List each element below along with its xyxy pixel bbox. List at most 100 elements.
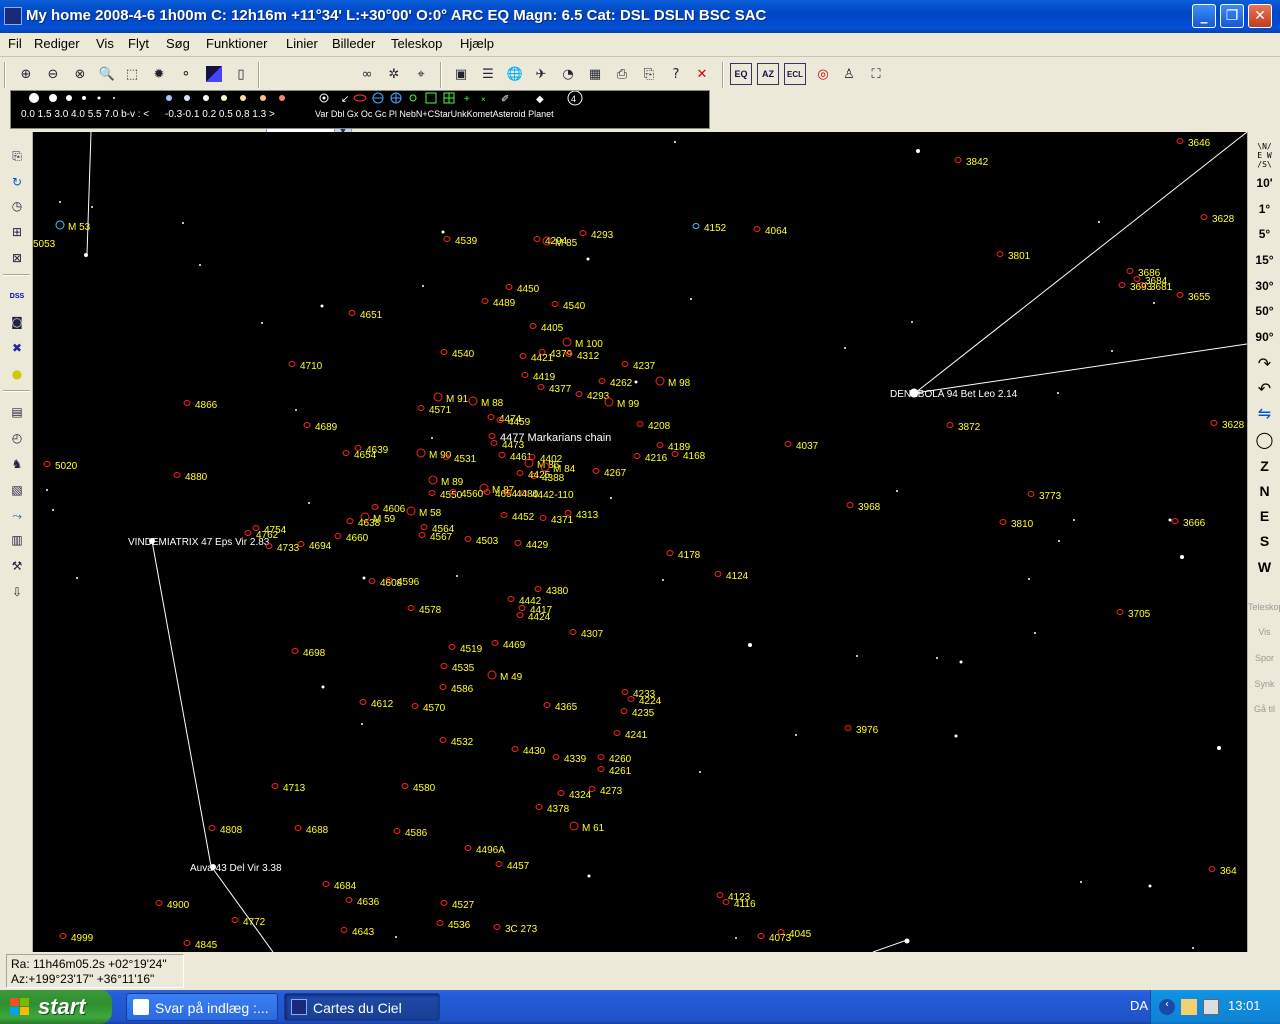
lock-icon[interactable] (1203, 999, 1219, 1015)
deep-sky-marker[interactable] (507, 596, 515, 602)
image-icon[interactable]: ▧ (7, 480, 27, 500)
object-label[interactable]: 4531 (454, 454, 477, 465)
object-label[interactable]: M 99 (617, 399, 640, 410)
deep-sky-marker[interactable] (439, 684, 447, 690)
object-label[interactable]: 3628 (1222, 420, 1245, 431)
object-label[interactable]: 4260 (609, 754, 632, 765)
deep-sky-marker[interactable] (322, 881, 330, 887)
field-star[interactable] (182, 222, 184, 224)
circle-icon[interactable]: ◯ (1248, 430, 1280, 450)
sky-chart-svg[interactable]: 36463842M 535053 4539 4294M 8542934152 4064… (33, 132, 1247, 952)
field-star[interactable] (361, 723, 363, 725)
field-star[interactable] (690, 298, 692, 300)
field-star[interactable] (911, 321, 913, 323)
object-label[interactable]: 4378 (547, 804, 570, 815)
object-label[interactable]: M 88 (481, 398, 504, 409)
object-label[interactable]: 4496A (476, 845, 505, 856)
object-label[interactable]: 3801 (1008, 251, 1031, 262)
deep-sky-marker[interactable] (539, 515, 547, 521)
object-label[interactable]: 4539 (455, 236, 478, 247)
object-label[interactable]: 4267 (604, 468, 627, 479)
object-label[interactable]: 4571 (429, 405, 452, 416)
object-label[interactable]: 3646 (1188, 138, 1211, 149)
zenith-button[interactable]: Z (1248, 458, 1280, 474)
menu-rediger[interactable]: Rediger (34, 36, 80, 51)
deep-sky-marker[interactable] (1171, 518, 1179, 524)
deep-sky-marker[interactable] (753, 226, 761, 232)
object-label[interactable]: 4503 (476, 536, 499, 547)
deep-sky-marker[interactable] (633, 453, 641, 459)
field-star[interactable] (904, 938, 910, 944)
field-star[interactable] (916, 149, 920, 153)
object-label[interactable]: 4866 (195, 400, 218, 411)
deep-sky-marker[interactable] (999, 519, 1007, 525)
deep-sky-marker[interactable] (440, 663, 448, 669)
star[interactable] (84, 253, 88, 257)
deep-sky-marker[interactable] (371, 504, 379, 510)
deep-sky-marker[interactable] (244, 530, 252, 536)
deep-sky-marker[interactable] (562, 337, 572, 347)
deep-sky-marker[interactable] (1116, 609, 1124, 615)
deep-sky-marker[interactable] (183, 400, 191, 406)
zoom-in-icon[interactable]: ⊕ (15, 63, 37, 85)
object-label[interactable]: 4540 (452, 349, 475, 360)
field-star[interactable] (261, 322, 263, 324)
deep-sky-marker[interactable] (784, 441, 792, 447)
object-label[interactable]: 4425 (528, 470, 551, 481)
cross-icon[interactable]: ✖ (7, 338, 27, 358)
list-icon[interactable]: ☰ (477, 63, 499, 85)
field-star[interactable] (431, 437, 433, 439)
search-icon[interactable]: 🔍 (96, 63, 118, 85)
field-star[interactable] (52, 509, 54, 511)
object-label[interactable]: 4489 (493, 298, 516, 309)
rotate-icon[interactable]: ↻ (7, 172, 27, 192)
object-label[interactable]: M 58 (419, 508, 442, 519)
object-label[interactable]: 4638 (358, 518, 381, 529)
field-star[interactable] (1148, 884, 1152, 888)
deep-sky-marker[interactable] (1027, 491, 1035, 497)
object-label[interactable]: 4532 (451, 737, 474, 748)
frame-icon[interactable]: ⛶ (865, 63, 887, 85)
field-star[interactable] (59, 201, 61, 203)
object-label[interactable]: M 53 (68, 222, 91, 233)
object-label[interactable]: 3872 (958, 422, 981, 433)
object-label[interactable]: 3976 (856, 725, 879, 736)
object-label[interactable]: 4405 (541, 323, 564, 334)
deep-sky-marker[interactable] (428, 490, 436, 496)
fov-15-button[interactable]: 15° (1248, 253, 1280, 267)
field-star[interactable] (46, 489, 48, 491)
deep-sky-marker[interactable] (464, 845, 472, 851)
field-star[interactable] (896, 490, 898, 492)
object-label[interactable]: 3655 (1188, 292, 1211, 303)
print-chart-icon[interactable]: ▥ (7, 530, 27, 550)
gauge-icon[interactable]: ◔ (557, 63, 579, 85)
deep-sky-marker[interactable] (291, 648, 299, 654)
page-icon[interactable]: ▯ (230, 63, 252, 85)
fov-90-button[interactable]: 90° (1248, 330, 1280, 344)
close-button[interactable]: ✕ (1248, 4, 1272, 28)
deep-sky-marker[interactable] (579, 230, 587, 236)
deep-sky-marker[interactable] (954, 157, 962, 163)
field-star[interactable] (1168, 518, 1172, 522)
object-label[interactable]: 3810 (1011, 519, 1034, 530)
deep-sky-marker[interactable] (411, 703, 419, 709)
deep-sky-marker[interactable] (1210, 420, 1218, 426)
field-star[interactable] (1080, 881, 1082, 883)
deep-sky-marker[interactable] (514, 540, 522, 546)
deep-sky-marker[interactable] (613, 730, 621, 736)
satellite-icon[interactable]: ✈ (530, 63, 552, 85)
export-icon[interactable]: ⇩ (7, 582, 27, 602)
object-label[interactable]: 4900 (167, 900, 190, 911)
app-icon[interactable] (4, 7, 22, 25)
object-label[interactable]: 4660 (346, 533, 369, 544)
object-label[interactable]: 3773 (1039, 491, 1062, 502)
print-setup-icon[interactable]: ⎘ (638, 63, 660, 85)
object-label[interactable]: 4710 (300, 361, 323, 372)
deep-sky-marker[interactable] (433, 392, 443, 402)
deep-sky-marker[interactable] (844, 725, 852, 731)
deep-sky-marker[interactable] (417, 405, 425, 411)
field-star[interactable] (699, 771, 701, 773)
object-label[interactable]: M 61 (582, 823, 605, 834)
language-indicator[interactable]: DA (1130, 998, 1148, 1013)
deep-sky-marker[interactable] (416, 448, 426, 458)
